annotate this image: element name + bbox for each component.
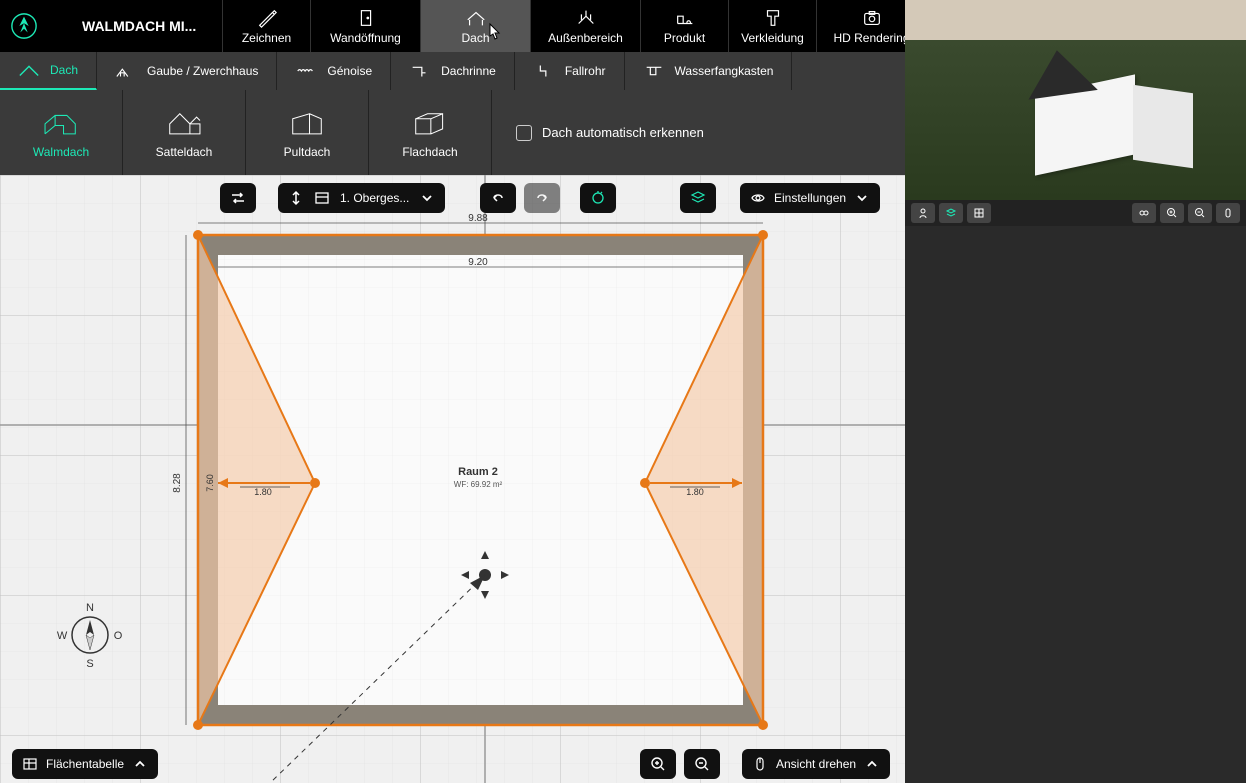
tab-zeichnen[interactable]: Zeichnen (222, 0, 310, 52)
undo-button[interactable] (480, 183, 516, 213)
settings-label: Einstellungen (774, 191, 846, 205)
tab-aussenbereich[interactable]: Außenbereich (530, 0, 640, 52)
tab-dach[interactable]: Dach (420, 0, 530, 52)
auto-detect-checkbox[interactable]: Dach automatisch erkennen (492, 90, 728, 175)
subtab-label: Fallrohr (565, 64, 606, 78)
subtab-genoise[interactable]: Génoise (277, 52, 391, 90)
tool-flachdach[interactable]: Flachdach (369, 90, 492, 175)
preview-plan-button[interactable] (967, 203, 991, 223)
main-area: 1. Oberges... Einstellungen (0, 175, 1246, 783)
settings-button[interactable]: Einstellungen (740, 183, 880, 213)
svg-text:1.80: 1.80 (686, 487, 704, 497)
subtab-label: Wasserfangkasten (675, 64, 774, 78)
svg-text:N: N (86, 602, 94, 614)
table-label: Flächentabelle (46, 757, 124, 771)
subtab-fallrohr[interactable]: Fallrohr (515, 52, 625, 90)
tab-label: Zeichnen (242, 31, 291, 45)
orientation-button[interactable] (580, 183, 616, 213)
tool-label: Flachdach (402, 145, 457, 159)
preview-person-button[interactable] (911, 203, 935, 223)
tab-label: HD Rendering (833, 31, 909, 45)
preview-zoom-out-button[interactable] (1188, 203, 1212, 223)
rotate-view-button[interactable]: Ansicht drehen (742, 749, 890, 779)
svg-text:8.28: 8.28 (172, 473, 183, 493)
chevron-up-icon (864, 756, 880, 772)
svg-text:7.60: 7.60 (205, 474, 215, 492)
surface-table-button[interactable]: Flächentabelle (12, 749, 158, 779)
swap-button[interactable] (220, 183, 256, 213)
rotate-label: Ansicht drehen (776, 757, 856, 771)
redo-button[interactable] (524, 183, 560, 213)
preview-layers-button[interactable] (939, 203, 963, 223)
floor-selector[interactable]: 1. Oberges... (278, 183, 445, 213)
floor-label: 1. Oberges... (340, 191, 409, 205)
checkbox-icon (516, 125, 532, 141)
subtab-label: Dach (50, 63, 78, 77)
tool-satteldach[interactable]: Satteldach (123, 90, 246, 175)
tool-label: Satteldach (156, 145, 213, 159)
mouse-icon (752, 756, 768, 772)
subtab-dachrinne[interactable]: Dachrinne (391, 52, 515, 90)
tab-label: Wandöffnung (330, 31, 401, 45)
checkbox-label: Dach automatisch erkennen (542, 125, 704, 140)
preview-nav-button[interactable] (1132, 203, 1156, 223)
tab-label: Außenbereich (548, 31, 623, 45)
subtab-dach[interactable]: Dach (0, 52, 97, 90)
brand-logo[interactable] (0, 0, 70, 52)
tab-wandoeffnung[interactable]: Wandöffnung (310, 0, 420, 52)
layers-button[interactable] (680, 183, 716, 213)
tab-produkt[interactable]: Produkt (640, 0, 728, 52)
tool-pultdach[interactable]: Pultdach (246, 90, 369, 175)
subtab-label: Génoise (327, 64, 372, 78)
zoom-in-button[interactable] (640, 749, 676, 779)
tool-label: Walmdach (33, 145, 89, 159)
chevron-up-icon (132, 756, 148, 772)
zoom-out-button[interactable] (684, 749, 720, 779)
preview-zoom-in-button[interactable] (1160, 203, 1184, 223)
floorplan-svg: 9.88 9.20 8.28 7.60 1.80 1.80 Raum 2 WF:… (0, 175, 905, 783)
eye-icon (750, 190, 766, 206)
tool-walmdach[interactable]: Walmdach (0, 90, 123, 175)
preview-panel (905, 0, 1246, 783)
svg-text:S: S (86, 658, 93, 670)
preview-mouse-button[interactable] (1216, 203, 1240, 223)
svg-text:WF: 69.92 m²: WF: 69.92 m² (454, 480, 503, 489)
svg-text:9.20: 9.20 (468, 257, 488, 268)
tab-label: Dach (461, 31, 489, 45)
subtab-label: Dachrinne (441, 64, 496, 78)
subtab-gaube[interactable]: Gaube / Zwerchhaus (97, 52, 277, 90)
svg-text:Raum 2: Raum 2 (458, 466, 498, 478)
tab-label: Verkleidung (741, 31, 804, 45)
preview-3d-image[interactable] (905, 0, 1246, 200)
svg-text:W: W (57, 630, 68, 642)
tab-verkleidung[interactable]: Verkleidung (728, 0, 816, 52)
table-icon (22, 756, 38, 772)
svg-text:1.80: 1.80 (254, 487, 272, 497)
tab-label: Produkt (664, 31, 705, 45)
svg-text:9.88: 9.88 (468, 213, 488, 224)
chevron-down-icon (419, 190, 435, 206)
tool-label: Pultdach (284, 145, 331, 159)
subtab-wasserfangkasten[interactable]: Wasserfangkasten (625, 52, 793, 90)
svg-text:O: O (114, 630, 123, 642)
subtab-label: Gaube / Zwerchhaus (147, 64, 258, 78)
chevron-down-icon (854, 190, 870, 206)
project-title[interactable]: WALMDACH MI... (70, 0, 222, 52)
floorplan-canvas[interactable]: 1. Oberges... Einstellungen (0, 175, 905, 783)
preview-toolbar (905, 200, 1246, 226)
